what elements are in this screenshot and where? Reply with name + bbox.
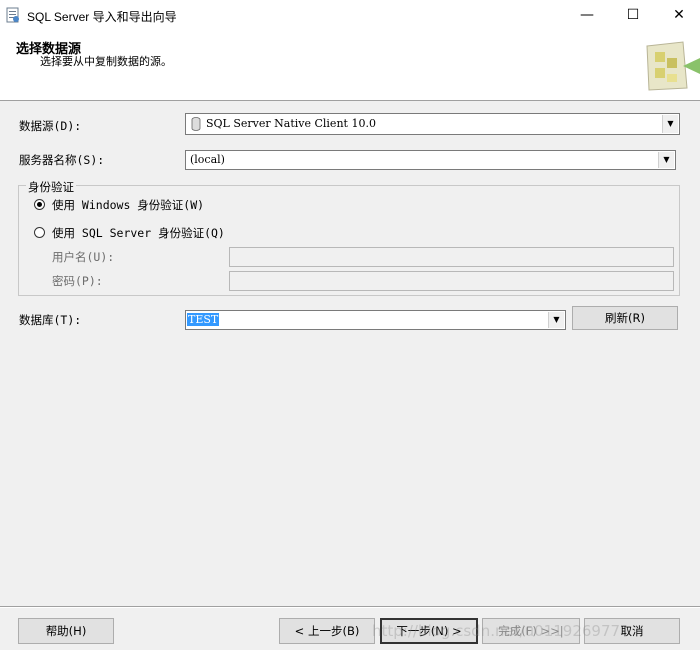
database-value: TEST	[187, 313, 220, 326]
sql-auth-radio[interactable]	[34, 227, 45, 238]
windows-auth-radio[interactable]	[34, 199, 45, 210]
server-label: 服务器名称(S):	[19, 153, 105, 167]
datasource-dropdown[interactable]: SQL Server Native Client 10.0 ▼	[185, 113, 680, 135]
title-bar: SQL Server 导入和导出向导 — ☐ ✕	[0, 0, 700, 31]
minimize-button[interactable]: —	[564, 0, 610, 31]
server-value: (local)	[190, 153, 225, 166]
help-button[interactable]: 帮助(H)	[18, 618, 114, 644]
username-label: 用户名(U):	[52, 250, 115, 264]
chevron-down-icon[interactable]: ▼	[658, 152, 674, 168]
refresh-button[interactable]: 刷新(R)	[572, 306, 678, 330]
datasource-label: 数据源(D):	[19, 119, 82, 133]
password-label: 密码(P):	[52, 274, 103, 288]
wizard-graphic-icon	[646, 41, 700, 91]
maximize-button[interactable]: ☐	[610, 0, 656, 31]
page-subtitle: 选择要从中复制数据的源。	[40, 55, 172, 68]
windows-auth-label[interactable]: 使用 Windows 身份验证(W)	[52, 197, 204, 213]
database-cylinder-icon	[191, 117, 201, 131]
auth-group-label: 身份验证	[26, 179, 76, 195]
close-button[interactable]: ✕	[656, 0, 700, 31]
wizard-header: 选择数据源 选择要从中复制数据的源。	[0, 31, 700, 101]
chevron-down-icon[interactable]: ▼	[662, 115, 678, 133]
server-dropdown[interactable]: (local) ▼	[185, 150, 676, 170]
datasource-value: SQL Server Native Client 10.0	[206, 117, 376, 130]
app-icon	[6, 7, 19, 23]
back-button[interactable]: < 上一步(B)	[279, 618, 375, 644]
chevron-down-icon[interactable]: ▼	[548, 312, 564, 328]
username-input[interactable]	[229, 247, 674, 267]
window-title: SQL Server 导入和导出向导	[27, 10, 177, 24]
password-input[interactable]	[229, 271, 674, 291]
sql-auth-label[interactable]: 使用 SQL Server 身份验证(Q)	[52, 225, 225, 241]
watermark: http://blog.csdn.net/u011926977	[372, 622, 621, 640]
database-label: 数据库(T):	[19, 313, 82, 327]
database-dropdown[interactable]: TEST ▼	[185, 310, 566, 330]
